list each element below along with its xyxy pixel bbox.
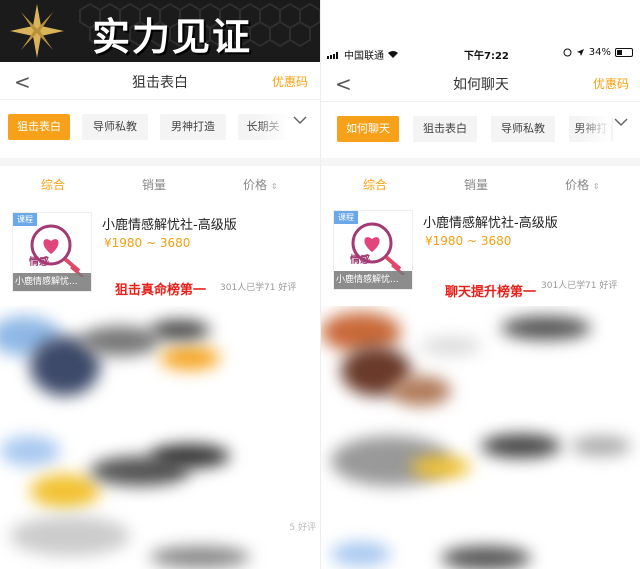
rating-count: 71 好评: [585, 281, 618, 291]
chevron-down-icon[interactable]: [613, 116, 629, 128]
location-icon: [576, 49, 584, 56]
chevron-down-icon[interactable]: [292, 114, 308, 126]
sort-price[interactable]: 价格 ⇕: [243, 176, 278, 193]
tab-fade: [577, 112, 611, 146]
tab-fade: [256, 110, 290, 144]
sort-arrows-icon: ⇕: [592, 182, 600, 191]
banner-title: 实力见证: [92, 15, 253, 59]
sort-row: 综合 销量 价格 ⇕: [321, 166, 640, 206]
status-right: 34%: [563, 47, 633, 58]
course-price: ¥1980 ~ 3680: [104, 236, 191, 250]
status-bar: 中国联通 下午7:22 34%: [321, 44, 640, 64]
learned-count: 301人已学: [541, 281, 586, 291]
tab-active[interactable]: 狙击表白: [8, 114, 70, 140]
sort-price[interactable]: 价格 ⇕: [565, 176, 600, 193]
left-screenshot: 实力见证 < 狙击表白 优惠码 狙击表白 导师私教 男神打造 长期关 综合 销量…: [0, 0, 320, 569]
blurred-content: 5 好评: [0, 306, 320, 569]
course-thumbnail: 课程 情感 小鹿情感解忧...: [333, 210, 413, 290]
nav-bar: < 狙击表白 优惠码: [0, 62, 320, 100]
signal-icon: [327, 51, 338, 59]
coupon-link[interactable]: 优惠码: [272, 73, 308, 90]
blurred-content: [321, 306, 640, 569]
sort-arrows-icon: ⇕: [270, 182, 278, 191]
course-card[interactable]: 课程 情感 小鹿情感解忧... 小鹿情感解忧社-高级版 ¥1980 ~ 3680…: [0, 206, 320, 306]
sort-sales[interactable]: 销量: [464, 176, 488, 193]
wifi-icon: [388, 51, 398, 58]
tab[interactable]: 狙击表白: [413, 116, 477, 142]
tab[interactable]: 导师私教: [491, 116, 555, 142]
overlay-annotation: 狙击真命榜第一: [115, 283, 207, 298]
divider: [0, 158, 320, 166]
course-card[interactable]: 课程 情感 小鹿情感解忧... 小鹿情感解忧社-高级版 ¥1980 ~ 3680…: [321, 204, 640, 304]
category-tabs: 如何聊天 狙击表白 导师私教 男神打: [321, 102, 640, 160]
battery-icon: [615, 48, 633, 57]
sort-comprehensive[interactable]: 综合: [363, 176, 387, 193]
sort-comprehensive[interactable]: 综合: [41, 176, 65, 193]
nav-bar: < 如何聊天 优惠码: [321, 64, 640, 102]
thumb-label: 情感: [350, 255, 370, 266]
heart-magnifier-icon: [351, 222, 405, 275]
banner: 实力见证: [0, 0, 320, 62]
rating-count: 71 好评: [264, 283, 297, 293]
learned-count: 301人已学: [220, 283, 265, 293]
course-price: ¥1980 ~ 3680: [425, 234, 512, 248]
coupon-link[interactable]: 优惠码: [593, 75, 629, 92]
heart-magnifier-icon: [30, 224, 84, 277]
carrier: 中国联通: [327, 47, 399, 62]
tab[interactable]: 男神打造: [160, 114, 226, 140]
overlay-annotation: 聊天提升榜第一: [445, 285, 537, 300]
right-screenshot: 中国联通 下午7:22 34% < 如何聊天 优惠码 如何聊天 狙击表白 导师私…: [320, 0, 640, 569]
course-title: 小鹿情感解忧社-高级版: [102, 218, 237, 233]
lock-rotation-icon: [563, 48, 572, 57]
thumb-caption: 小鹿情感解忧...: [13, 273, 91, 291]
thumb-label: 情感: [29, 257, 49, 268]
rating-count-partial: 5 好评: [289, 523, 316, 533]
divider: [321, 158, 640, 166]
course-thumbnail: 课程 情感 小鹿情感解忧...: [12, 212, 92, 292]
course-title: 小鹿情感解忧社-高级版: [423, 216, 558, 231]
sort-row: 综合 销量 价格 ⇕: [0, 166, 320, 206]
status-time: 下午7:22: [464, 51, 509, 62]
tab[interactable]: 导师私教: [82, 114, 148, 140]
tab-active[interactable]: 如何聊天: [337, 116, 399, 142]
gold-star-icon: [10, 4, 64, 58]
category-tabs: 狙击表白 导师私教 男神打造 长期关: [0, 100, 320, 158]
sort-sales[interactable]: 销量: [142, 176, 166, 193]
thumb-caption: 小鹿情感解忧...: [334, 271, 412, 289]
